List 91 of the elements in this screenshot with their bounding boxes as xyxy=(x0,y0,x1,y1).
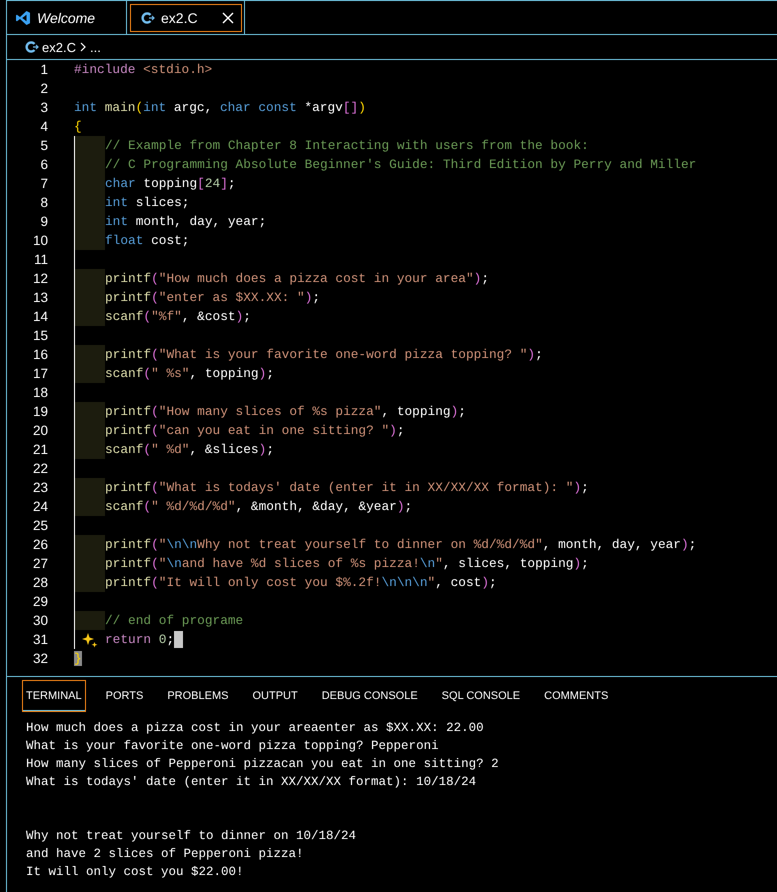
editor-tab[interactable]: ex2.C xyxy=(127,1,245,35)
terminal-line: What is your favorite one-word pizza topping? Pepperoni xyxy=(26,738,440,755)
close-button[interactable] xyxy=(222,12,234,24)
c-file-icon xyxy=(141,11,155,25)
code-line: int main(int argc, char const *argv[]) xyxy=(74,100,366,115)
line-number: 15 xyxy=(32,328,48,343)
code-line: return 0; xyxy=(105,632,174,647)
line-number: 14 xyxy=(32,309,48,324)
code-line: // C Programming Absolute Beginner's Guide: Third Edition by Perry and Miller xyxy=(105,157,696,172)
panel-tab[interactable]: COMMENTS xyxy=(541,681,612,711)
line-number: 29 xyxy=(32,594,48,609)
code-line: scanf("%f", &cost); xyxy=(105,309,251,324)
panel-tab[interactable]: PROBLEMS xyxy=(164,681,232,711)
indent-guide xyxy=(74,136,105,155)
terminal-line: It will only cost you $22.00! xyxy=(26,864,245,881)
indent-guide xyxy=(74,440,105,459)
line-number: 19 xyxy=(32,404,48,419)
c-file-icon xyxy=(25,40,39,54)
code-line: float cost; xyxy=(105,233,190,248)
line-number: 17 xyxy=(32,366,48,381)
line-number: 18 xyxy=(32,385,48,400)
code-line: scanf(" %d", &slices); xyxy=(105,442,274,457)
indent-guide xyxy=(74,497,105,516)
code-line: printf("\n\nWhy not treat yourself to dinner on %d/%d/%d", month, day, year); xyxy=(105,537,696,552)
line-number: 5 xyxy=(39,138,48,153)
code-line: // Example from Chapter 8 Interacting with users from the book: xyxy=(105,138,589,153)
indent-guide xyxy=(74,573,105,592)
line-number: 12 xyxy=(32,271,48,286)
terminal-line: Why not treat yourself to dinner on 10/18/24 xyxy=(26,828,358,845)
line-number: 30 xyxy=(32,613,48,628)
editor-tab[interactable]: Welcome xyxy=(7,1,127,35)
code-line: printf("What is todays' date (enter it in XX/XX/XX format): "); xyxy=(105,480,589,495)
indent-guide xyxy=(74,364,105,383)
line-number: 28 xyxy=(32,575,48,590)
code-line: int slices; xyxy=(105,195,190,210)
code-line: printf("It will only cost you $%.2f!\n\n\n", cost); xyxy=(105,575,497,590)
line-number: 16 xyxy=(32,347,48,362)
indent-guide xyxy=(74,535,105,554)
line-number: 8 xyxy=(39,195,48,210)
code-line: printf("\nand have %d slices of %s pizza!\n", slices, topping); xyxy=(105,556,589,571)
indent-guide xyxy=(74,269,105,288)
terminal-line: How many slices of Pepperoni pizzacan you eat in one sitting? 2 xyxy=(26,756,500,773)
indent-guide xyxy=(74,231,105,250)
line-number: 20 xyxy=(32,423,48,438)
code-line: { xyxy=(74,119,82,134)
code-line: scanf(" %s", topping); xyxy=(105,366,274,381)
chevron-icon xyxy=(78,42,87,52)
code-line: printf("How much does a pizza cost in your area"); xyxy=(105,271,489,286)
terminal-line: How much does a pizza cost in your areaenter as $XX.XX: 22.00 xyxy=(26,720,485,737)
breadcrumb-item[interactable]: ex2.C xyxy=(42,40,76,54)
line-number: 32 xyxy=(32,651,48,666)
line-number: 9 xyxy=(39,214,48,229)
line-number: 6 xyxy=(39,157,48,172)
line-number: 24 xyxy=(32,499,48,514)
panel-tab[interactable]: OUTPUT xyxy=(249,681,301,711)
line-number: 1 xyxy=(39,62,48,77)
line-number: 21 xyxy=(32,442,48,457)
code-line: printf("What is your favorite one-word pizza topping? "); xyxy=(105,347,543,362)
terminal-line: What is todays' date (enter it in XX/XX/XX format): 10/18/24 xyxy=(26,774,478,791)
panel-tab[interactable]: TERMINAL xyxy=(23,681,85,711)
line-number: 3 xyxy=(39,100,48,115)
line-number: 13 xyxy=(32,290,48,305)
vscode-logo-icon xyxy=(15,10,31,26)
panel-tab[interactable]: PORTS xyxy=(102,681,146,711)
panel-tab[interactable]: DEBUG CONSOLE xyxy=(318,681,421,711)
line-number: 22 xyxy=(32,461,48,476)
code-line: char topping[24]; xyxy=(105,176,236,191)
indent-guide xyxy=(74,345,105,364)
code-line: printf("How many slices of %s pizza", topping); xyxy=(105,404,466,419)
code-line: scanf(" %d/%d/%d", &month, &day, &year); xyxy=(105,499,412,514)
code-line: printf("can you eat in one sitting? "); xyxy=(105,423,405,438)
line-number: 27 xyxy=(32,556,48,571)
line-number: 4 xyxy=(39,119,48,134)
line-number: 11 xyxy=(32,252,48,267)
panel-tab[interactable]: SQL CONSOLE xyxy=(438,681,524,711)
indent-guide xyxy=(74,402,105,421)
line-number: 31 xyxy=(32,632,48,647)
line-number: 10 xyxy=(32,233,48,248)
code-line: // end of programe xyxy=(105,613,244,628)
code-line: int month, day, year; xyxy=(105,214,266,229)
breadcrumb-item[interactable]: ... xyxy=(90,40,101,54)
line-number: 7 xyxy=(39,176,48,191)
line-number: 26 xyxy=(32,537,48,552)
line-number: 2 xyxy=(39,81,48,96)
code-line: printf("enter as $XX.XX: "); xyxy=(105,290,320,305)
terminal-line: and have 2 slices of Pepperoni pizza! xyxy=(26,846,305,863)
indent-guide xyxy=(74,307,105,326)
line-number: 25 xyxy=(32,518,48,533)
code-line: #include <stdio.h> xyxy=(74,62,212,77)
line-number: 23 xyxy=(32,480,48,495)
indent-guide xyxy=(74,478,105,497)
